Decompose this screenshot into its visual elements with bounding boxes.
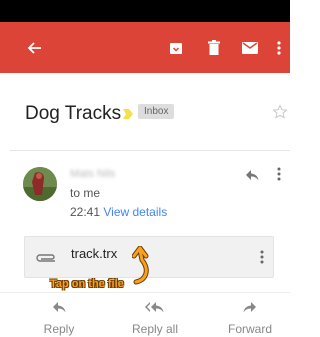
divider (10, 150, 290, 151)
app-toolbar (0, 22, 290, 73)
forward-icon (243, 302, 256, 313)
star-icon[interactable] (272, 104, 288, 125)
message-time: 22:41 (70, 205, 101, 219)
reply-all-button[interactable]: Reply all (115, 300, 195, 336)
status-bar (0, 0, 290, 22)
more-vert-icon[interactable] (272, 22, 286, 73)
mail-icon[interactable] (239, 22, 261, 73)
subject-row: Dog Tracks Inbox (0, 95, 290, 131)
inbox-label[interactable]: Inbox (138, 104, 175, 119)
paperclip-icon (35, 251, 57, 269)
callout-arrow-icon (131, 245, 154, 291)
message-time-row: 22:41 View details (70, 205, 167, 219)
delete-icon[interactable] (204, 22, 224, 73)
archive-icon[interactable] (166, 22, 186, 73)
view-details-link[interactable]: View details (103, 205, 167, 219)
reply-label: Reply (43, 322, 75, 336)
reply-action-icon (53, 302, 66, 313)
reply-all-label: Reply all (131, 322, 179, 336)
attachment-name: track.trx (71, 246, 118, 261)
reply-icon[interactable] (245, 168, 259, 186)
attachment-more-icon[interactable] (260, 250, 264, 269)
forward-label: Forward (227, 322, 272, 336)
forward-button[interactable]: Forward (210, 300, 290, 336)
avatar[interactable] (23, 167, 57, 201)
recipient-text: to me (70, 186, 101, 200)
email-subject: Dog Tracks (25, 103, 122, 124)
reply-button[interactable]: Reply (19, 300, 99, 336)
divider (0, 292, 290, 293)
tap-hint-callout: Tap on the file (50, 278, 124, 290)
message-more-icon[interactable] (277, 167, 281, 186)
back-arrow-icon[interactable] (22, 22, 46, 73)
importance-marker-icon[interactable] (122, 107, 134, 125)
sender-name: Mats Nils (70, 168, 116, 180)
reply-all-icon (145, 302, 164, 313)
